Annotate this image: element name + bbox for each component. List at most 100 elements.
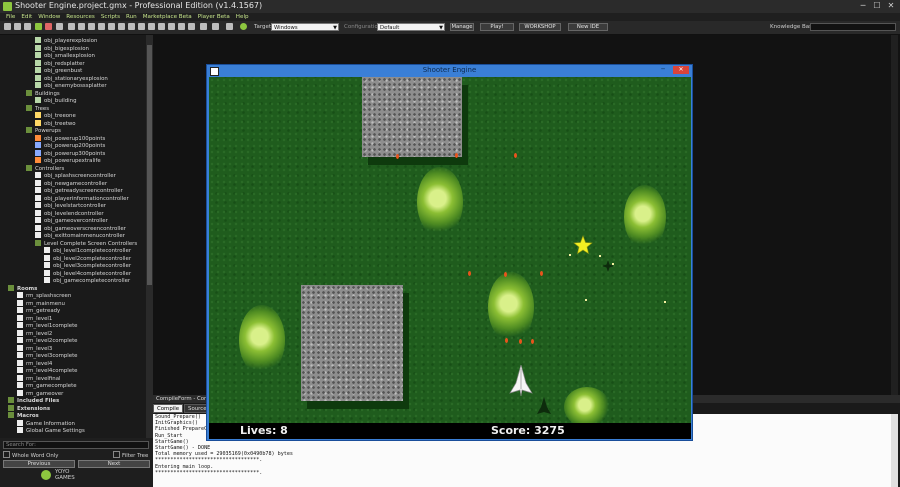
tree-item-label: Included Files xyxy=(17,398,60,404)
tree-sprite xyxy=(564,387,610,423)
tree-item-label: obj_splashscreencontroller xyxy=(44,173,116,179)
resource-icon xyxy=(35,37,41,43)
workshop-button[interactable]: WORKSHOP xyxy=(519,23,561,31)
minimize-button[interactable]: ─ xyxy=(856,0,870,12)
add-script-icon[interactable] xyxy=(108,23,115,30)
tree-item[interactable]: obj_gamecompletecontroller xyxy=(44,277,130,285)
enemy-bullet xyxy=(455,153,458,158)
tree-item-label: obj_playerinformationcontroller xyxy=(44,195,129,202)
tree-item-label: obj_enemybosssplatter xyxy=(44,83,107,89)
chevron-down-icon: ▼ xyxy=(333,25,337,31)
player-ship-icon[interactable] xyxy=(509,365,533,397)
global-settings-icon[interactable] xyxy=(178,23,185,30)
resource-icon xyxy=(35,112,41,118)
resource-icon xyxy=(17,337,23,343)
tree-item-label: rm_level1complete xyxy=(26,323,78,329)
resource-icon xyxy=(44,269,50,276)
marketplace-icon[interactable] xyxy=(226,23,233,30)
workspace-scrollbar[interactable] xyxy=(891,35,898,395)
new-project-icon[interactable] xyxy=(4,23,11,30)
maximize-button[interactable]: ☐ xyxy=(870,0,884,12)
configuration-value: Default xyxy=(380,25,400,31)
tree-item-label: rm_level4 xyxy=(26,360,53,367)
resource-icon xyxy=(35,209,41,216)
yoyo-icon[interactable] xyxy=(240,23,247,30)
configuration-select[interactable]: Default ▼ xyxy=(377,23,445,31)
checkbox-icon xyxy=(113,451,120,458)
add-room-icon[interactable] xyxy=(158,23,165,30)
menu-run[interactable]: Run xyxy=(126,13,137,21)
enemy-bullet xyxy=(504,272,507,277)
create-executable-icon[interactable] xyxy=(56,23,63,30)
debug-icon[interactable] xyxy=(45,23,52,30)
resource-icon xyxy=(35,44,41,51)
previous-button[interactable]: Previous xyxy=(3,460,75,468)
add-sound-icon[interactable] xyxy=(78,23,85,30)
open-project-icon[interactable] xyxy=(14,23,21,30)
game-window-title-bar[interactable]: Shooter Engine ─ ☐ ✕ xyxy=(207,65,692,76)
tree-item-label: obj_gamecompletecontroller xyxy=(53,278,131,284)
add-sprite-icon[interactable] xyxy=(68,23,75,30)
menu-edit[interactable]: Edit xyxy=(21,13,32,21)
tree-item-label: Macros xyxy=(17,413,39,419)
tree-search-placeholder: Search For: xyxy=(6,442,36,448)
resource-icon xyxy=(17,367,23,373)
tab-compile[interactable]: Compile xyxy=(153,404,184,413)
menu-player[interactable]: Player Beta xyxy=(198,13,230,21)
menu-scripts[interactable]: Scripts xyxy=(101,13,120,21)
manage-button[interactable]: Manage xyxy=(450,23,474,31)
compile-log-scrollbar[interactable] xyxy=(891,414,898,487)
filter-tree-checkbox[interactable]: Filter Tree xyxy=(113,451,148,459)
whole-word-checkbox[interactable]: Whole Word Only xyxy=(3,451,59,459)
knowledge-base-input[interactable] xyxy=(810,23,896,31)
enemy-bullet xyxy=(468,271,471,276)
resource-icon xyxy=(35,232,41,238)
menu-marketplace[interactable]: Marketplace Beta xyxy=(143,13,192,21)
tree-item-label: obj_building xyxy=(44,98,77,104)
filter-tree-label: Filter Tree xyxy=(122,453,149,459)
resource-tree-scrollbar[interactable] xyxy=(146,35,153,438)
tree-item-label: rm_level1 xyxy=(26,315,53,322)
add-object-icon[interactable] xyxy=(148,23,155,30)
menu-window[interactable]: Window xyxy=(38,13,60,21)
resource-icon xyxy=(17,307,23,313)
resource-icon xyxy=(17,344,23,351)
resource-icon xyxy=(44,262,50,268)
extensions-icon[interactable] xyxy=(188,23,195,30)
tree-item-label: obj_powerup100points xyxy=(44,135,106,142)
add-shader-icon[interactable] xyxy=(118,23,125,30)
tree-item-label: Extensions xyxy=(17,405,51,412)
game-minimize-button[interactable]: ─ xyxy=(657,66,669,74)
game-window-icon xyxy=(210,67,219,76)
tree-item-label: Rooms xyxy=(17,285,38,292)
add-path-icon[interactable] xyxy=(98,23,105,30)
menu-file[interactable]: File xyxy=(6,13,15,21)
tree-search-input[interactable]: Search For: xyxy=(3,441,149,449)
tree-item-label: obj_newgamecontroller xyxy=(44,180,108,187)
save-project-icon[interactable] xyxy=(24,23,31,30)
menu-help[interactable]: Help xyxy=(236,13,249,21)
menu-resources[interactable]: Resources xyxy=(66,13,95,21)
game-info-icon[interactable] xyxy=(168,23,175,30)
run-icon[interactable] xyxy=(35,23,42,30)
game-playfield[interactable] xyxy=(209,77,691,423)
scrollbar-thumb[interactable] xyxy=(147,45,152,285)
new-ide-button[interactable]: New IDE xyxy=(568,23,608,31)
close-button[interactable]: ✕ xyxy=(884,0,898,12)
add-timeline-icon[interactable] xyxy=(138,23,145,30)
tree-item-label: rm_level3 xyxy=(26,345,53,352)
ide-window-controls: ─ ☐ ✕ xyxy=(856,0,898,13)
manual-icon[interactable] xyxy=(200,23,207,30)
add-background-icon[interactable] xyxy=(88,23,95,30)
target-select[interactable]: Windows ▼ xyxy=(271,23,339,31)
tree-item-label: rm_gamecomplete xyxy=(26,383,77,389)
powerup-star-icon xyxy=(573,235,593,255)
score-counter: Score: 3275 xyxy=(491,424,565,437)
add-font-icon[interactable] xyxy=(128,23,135,30)
play-button[interactable]: Play! xyxy=(480,23,514,31)
tree-item[interactable]: Global Game Settings xyxy=(17,427,85,435)
help-icon[interactable] xyxy=(212,23,219,30)
game-close-button[interactable]: ✕ xyxy=(673,66,689,74)
next-button[interactable]: Next xyxy=(78,460,150,468)
folder-icon xyxy=(26,89,32,96)
